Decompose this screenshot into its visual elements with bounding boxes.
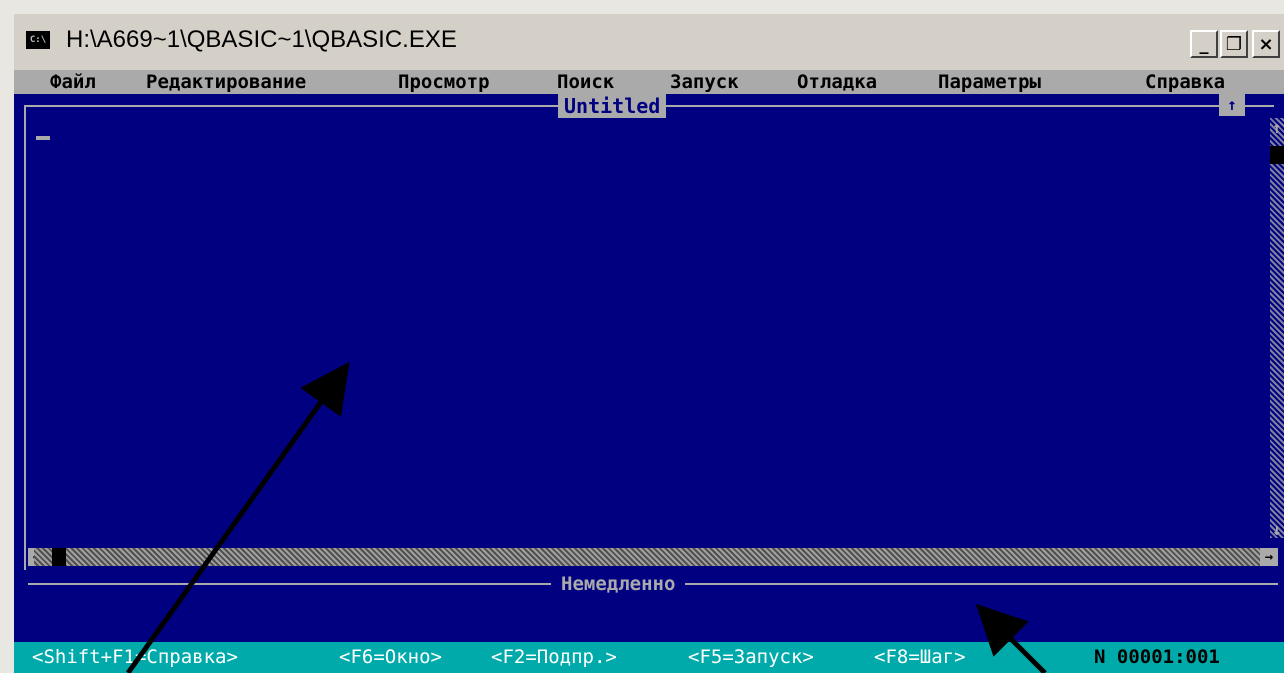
- editor-area[interactable]: [28, 118, 1268, 544]
- horizontal-scroll-thumb[interactable]: [52, 548, 66, 566]
- status-subs-key[interactable]: <F2=Подпр.>: [491, 642, 617, 673]
- horizontal-scrollbar[interactable]: [34, 548, 1262, 566]
- menu-options[interactable]: Параметры: [938, 70, 1041, 94]
- status-help-key[interactable]: <Shift+F1=Справка>: [32, 642, 238, 673]
- menu-help[interactable]: Справка: [1145, 70, 1225, 94]
- editor-title: Untitled: [558, 94, 667, 118]
- window-title: H:\A669~1\QBASIC~1\QBASIC.EXE: [66, 26, 457, 53]
- status-bar: <Shift+F1=Справка> <F6=Окно> <F2=Подпр.>…: [14, 642, 1284, 673]
- cursor-position-readout: N 00001:001: [1094, 646, 1220, 668]
- status-step-key[interactable]: <F8=Шаг>: [874, 642, 966, 673]
- immediate-window-title: Немедленно: [551, 572, 686, 596]
- menu-bar: Файл Редактирование Просмотр Поиск Запус…: [14, 70, 1284, 94]
- close-button[interactable]: ×: [1252, 30, 1280, 58]
- vertical-scroll-thumb[interactable]: [1270, 146, 1284, 164]
- status-run-key[interactable]: <F5=Запуск>: [688, 642, 814, 673]
- menu-run[interactable]: Запуск: [670, 70, 739, 94]
- console-app-icon[interactable]: C:\: [26, 31, 50, 49]
- minimize-button[interactable]: _: [1190, 30, 1218, 58]
- scroll-down-icon[interactable]: ↓: [1272, 522, 1282, 538]
- menu-edit[interactable]: Редактирование: [146, 70, 306, 94]
- restore-button[interactable]: ❐: [1220, 30, 1248, 58]
- menu-search[interactable]: Поиск: [557, 70, 614, 94]
- vertical-scrollbar[interactable]: [1270, 118, 1284, 538]
- menu-view[interactable]: Просмотр: [398, 70, 490, 94]
- scroll-up-icon[interactable]: ↑: [1272, 120, 1282, 136]
- status-window-key[interactable]: <F6=Окно>: [339, 642, 442, 673]
- title-bar[interactable]: C:\ H:\A669~1\QBASIC~1\QBASIC.EXE _ ❐ ×: [14, 14, 1284, 66]
- scroll-right-icon[interactable]: →: [1260, 548, 1278, 566]
- qbasic-screen: Файл Редактирование Просмотр Поиск Запус…: [14, 70, 1284, 673]
- menu-debug[interactable]: Отладка: [797, 70, 877, 94]
- editor-frame-left: [24, 105, 26, 570]
- maximize-window-icon[interactable]: ↑: [1219, 94, 1245, 116]
- immediate-window[interactable]: [28, 598, 1278, 640]
- menu-file[interactable]: Файл: [50, 70, 96, 94]
